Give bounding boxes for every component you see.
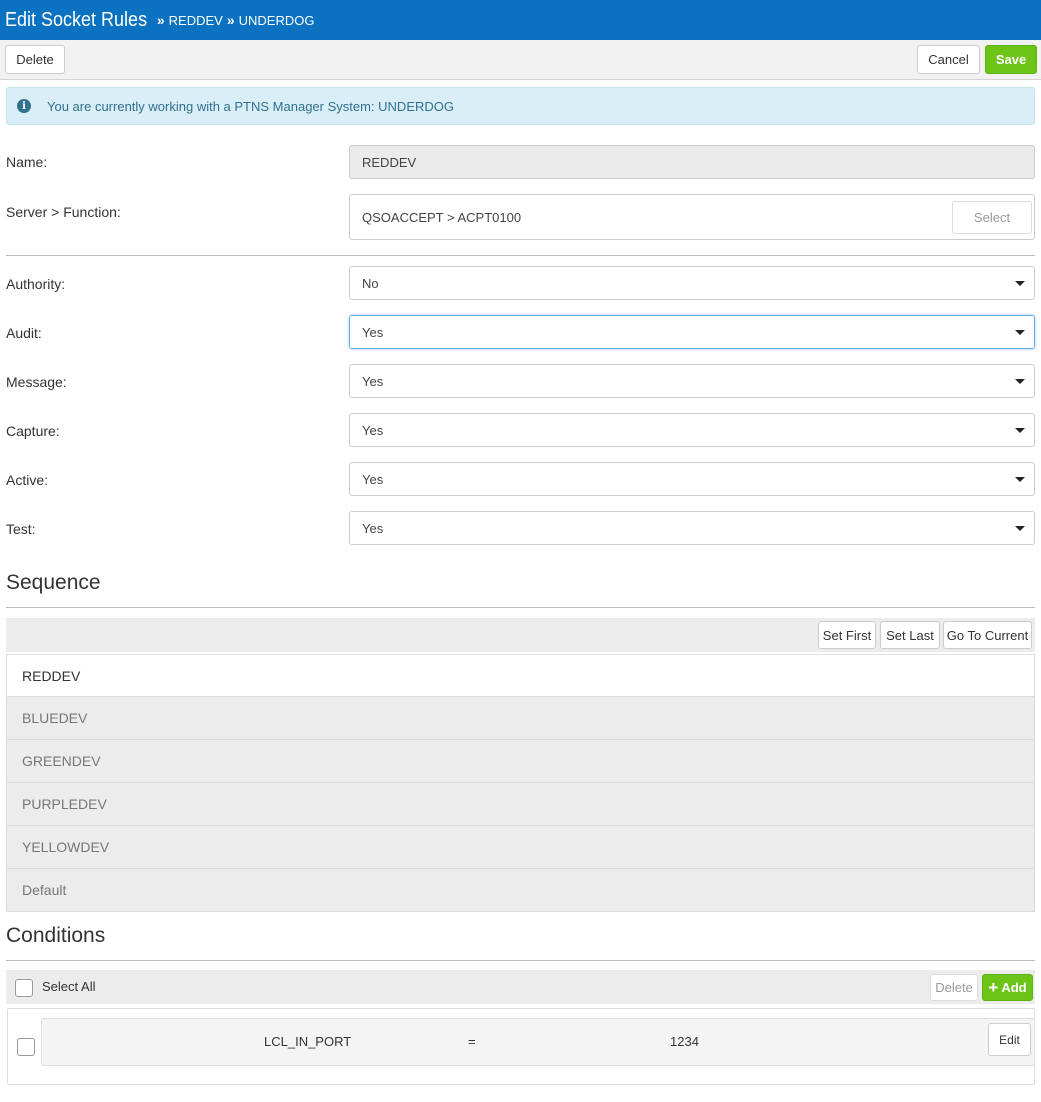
breadcrumb-separator: » <box>156 12 165 28</box>
select-all-checkbox[interactable] <box>15 979 33 997</box>
chevron-down-icon <box>1015 330 1025 335</box>
test-label: Test: <box>6 521 36 537</box>
audit-value: Yes <box>362 324 384 340</box>
condition-row: LCL_IN_PORT = 1234 Edit <box>41 1018 1035 1066</box>
name-field: REDDEV <box>349 145 1035 179</box>
condition-field: LCL_IN_PORT <box>264 1034 352 1049</box>
server-function-label: Server > Function: <box>6 204 121 220</box>
chevron-down-icon <box>1015 379 1025 384</box>
select-all-label[interactable]: Select All <box>42 979 95 994</box>
test-value: Yes <box>362 520 384 536</box>
info-icon: i <box>17 99 31 113</box>
conditions-toolbar: Select All Delete + Add <box>6 970 1035 1004</box>
form-divider <box>6 255 1035 256</box>
sequence-toolbar: Set First Set Last Go To Current <box>6 618 1035 652</box>
server-function-value: QSOACCEPT > ACPT0100 <box>362 209 522 225</box>
conditions-divider <box>6 960 1035 961</box>
breadcrumb-item-system[interactable]: UNDERDOG <box>239 13 315 28</box>
go-to-current-button[interactable]: Go To Current <box>943 621 1032 649</box>
condition-value: 1234 <box>670 1034 699 1049</box>
delete-condition-button[interactable]: Delete <box>930 974 978 1001</box>
conditions-heading: Conditions <box>6 924 106 947</box>
toolbar: Delete Cancel Save <box>0 40 1041 80</box>
save-button[interactable]: Save <box>985 45 1037 74</box>
test-select[interactable]: Yes <box>349 511 1035 545</box>
capture-value: Yes <box>362 422 384 438</box>
add-condition-button[interactable]: + Add <box>982 974 1033 1001</box>
audit-label: Audit: <box>6 325 42 341</box>
active-value: Yes <box>362 471 384 487</box>
chevron-down-icon <box>1015 281 1025 286</box>
active-label: Active: <box>6 472 49 488</box>
sequence-item-purpledev[interactable]: PURPLEDEV <box>6 783 1035 826</box>
server-function-field: QSOACCEPT > ACPT0100 Select <box>349 194 1035 240</box>
authority-select[interactable]: No <box>349 266 1035 300</box>
name-label: Name: <box>6 154 48 170</box>
page-title: Edit Socket Rules <box>5 8 148 31</box>
breadcrumb-separator: » <box>226 12 235 28</box>
set-last-button[interactable]: Set Last <box>880 621 940 649</box>
name-value: REDDEV <box>362 154 417 170</box>
active-select[interactable]: Yes <box>349 462 1035 496</box>
audit-select[interactable]: Yes <box>349 315 1035 349</box>
add-condition-label: Add <box>1001 980 1027 995</box>
info-alert-text: You are currently working with a PTNS Ma… <box>47 98 454 114</box>
info-alert: i You are currently working with a PTNS … <box>6 87 1035 125</box>
chevron-down-icon <box>1015 477 1025 482</box>
sequence-item-default[interactable]: Default <box>6 869 1035 912</box>
plus-icon: + <box>988 978 999 997</box>
page-header: Edit Socket Rules » REDDEV » UNDERDOG <box>0 0 1041 40</box>
cancel-button[interactable]: Cancel <box>917 45 980 74</box>
conditions-list: LCL_IN_PORT = 1234 Edit <box>7 1008 1035 1085</box>
chevron-down-icon <box>1015 526 1025 531</box>
breadcrumb-item-rule[interactable]: REDDEV <box>169 13 223 28</box>
capture-select[interactable]: Yes <box>349 413 1035 447</box>
breadcrumb: » REDDEV » UNDERDOG <box>157 12 315 28</box>
sequence-divider <box>6 607 1035 608</box>
condition-operator: = <box>468 1034 476 1049</box>
sequence-heading: Sequence <box>6 571 101 594</box>
capture-label: Capture: <box>6 423 60 439</box>
edit-condition-button[interactable]: Edit <box>988 1023 1031 1056</box>
authority-label: Authority: <box>6 276 66 292</box>
chevron-down-icon <box>1015 428 1025 433</box>
message-label: Message: <box>6 374 67 390</box>
sequence-item-reddev[interactable]: REDDEV <box>6 654 1035 697</box>
sequence-item-greendev[interactable]: GREENDEV <box>6 740 1035 783</box>
sequence-item-yellowdev[interactable]: YELLOWDEV <box>6 826 1035 869</box>
condition-row-checkbox[interactable] <box>17 1038 35 1056</box>
set-first-button[interactable]: Set First <box>818 621 876 649</box>
message-select[interactable]: Yes <box>349 364 1035 398</box>
select-function-button[interactable]: Select <box>952 201 1032 234</box>
authority-value: No <box>362 275 379 291</box>
message-value: Yes <box>362 373 384 389</box>
delete-button[interactable]: Delete <box>5 45 65 74</box>
sequence-item-bluedev[interactable]: BLUEDEV <box>6 697 1035 740</box>
